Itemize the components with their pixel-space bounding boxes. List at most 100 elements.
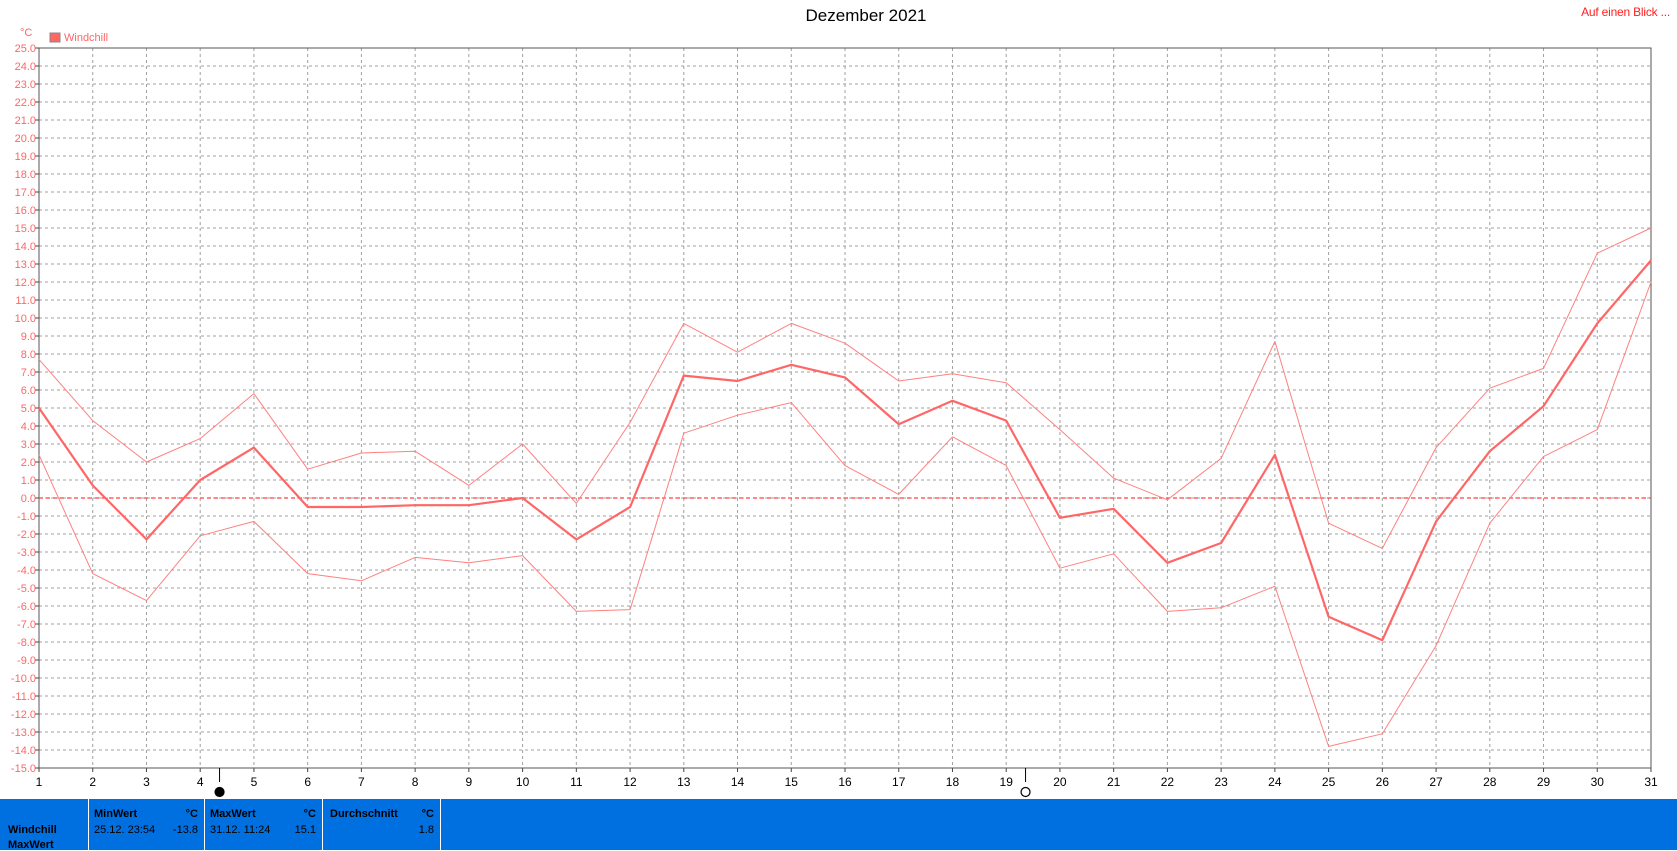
x-tick-label: 15: [785, 775, 799, 789]
max-time: 31.12. 11:24: [210, 824, 271, 836]
x-tick-label: 26: [1376, 775, 1390, 789]
y-tick-label: 14.0: [15, 241, 36, 253]
y-tick-label: -9.0: [17, 655, 36, 667]
min-header: MinWert: [94, 808, 138, 820]
x-axis-ticks: 1 2 3 4 5 6 7 8 9 10 11 12 13 14 15 16 17 18 19 20 21 22 23 24 2…: [36, 775, 1658, 789]
x-tick-label: 13: [677, 775, 691, 789]
overview-link[interactable]: Auf einen Blick ...: [1581, 5, 1670, 19]
x-tick-label: 31: [1644, 775, 1658, 789]
avg-unit: °C: [421, 808, 434, 820]
y-tick-label: 24.0: [15, 61, 36, 73]
x-tick-label: 8: [412, 775, 419, 789]
x-tick-label: 6: [304, 775, 311, 789]
y-tick-label: 21.0: [15, 115, 36, 127]
x-tick-label: 23: [1214, 775, 1228, 789]
x-tick-label: 9: [466, 775, 473, 789]
stats-bar: Windchill MaxWert MinWert °C 25.12. 23:5…: [0, 799, 1677, 851]
x-tick-label: 11: [570, 775, 583, 789]
stats-row-labels: Windchill MaxWert: [0, 799, 88, 851]
y-tick-label: -2.0: [17, 529, 36, 541]
y-tick-label: 0.0: [21, 493, 36, 505]
stats-min-cell: MinWert °C 25.12. 23:54 -13.8: [89, 799, 204, 850]
stats-row-label-maxwert: MaxWert: [8, 839, 54, 851]
y-tick-label: 5.0: [21, 403, 36, 415]
x-tick-label: 1: [36, 775, 43, 789]
y-tick-label: 7.0: [21, 367, 36, 379]
y-tick-label: 18.0: [15, 169, 36, 181]
y-tick-label: -3.0: [17, 547, 36, 559]
x-tick-label: 20: [1053, 775, 1067, 789]
y-tick-label: -5.0: [17, 583, 36, 595]
y-tick-label: 1.0: [21, 475, 36, 487]
y-tick-label: 16.0: [15, 205, 36, 217]
windchill-chart: Dezember 2021 °C Windchill -15.0 -14.0 -13…: [11, 6, 1658, 798]
y-tick-label: -13.0: [11, 727, 36, 739]
y-tick-label: -7.0: [17, 619, 36, 631]
x-tick-label: 12: [623, 775, 637, 789]
y-axis-unit: °C: [20, 27, 32, 39]
y-tick-label: 4.0: [21, 421, 36, 433]
min-unit: °C: [185, 808, 198, 820]
avg-value: 1.8: [418, 824, 434, 836]
x-tick-label: 19: [1000, 775, 1014, 789]
y-tick-label: -6.0: [17, 601, 36, 613]
max-value: 15.1: [294, 824, 316, 836]
y-tick-label: -8.0: [17, 637, 36, 649]
stats-row-label-windchill: Windchill: [8, 824, 57, 836]
y-tick-label: 10.0: [15, 313, 36, 325]
x-tick-label: 7: [358, 775, 365, 789]
y-tick-label: -15.0: [11, 763, 36, 775]
x-tick-label: 16: [838, 775, 852, 789]
x-tick-label: 14: [731, 775, 745, 789]
full-moon-icon: [214, 786, 225, 798]
y-axis-ticks: -15.0 -14.0 -13.0 -12.0 -11.0 -10.0 -9.0 -8.0 -7…: [11, 43, 36, 775]
x-tick-label: 18: [946, 775, 960, 789]
x-tick-label: 4: [197, 775, 204, 789]
y-tick-label: 13.0: [15, 259, 36, 271]
y-tick-label: 3.0: [21, 439, 36, 451]
x-tick-label: 22: [1161, 775, 1175, 789]
x-tick-label: 24: [1268, 775, 1282, 789]
avg-header: Durchschnitt: [330, 808, 398, 820]
new-moon-icon: [1020, 786, 1031, 798]
max-unit: °C: [303, 808, 316, 820]
series-line-min: [38, 281, 1652, 747]
y-tick-label: 15.0: [15, 223, 36, 235]
x-tick-label: 30: [1591, 775, 1605, 789]
y-tick-label: 17.0: [15, 187, 36, 199]
x-tick-label: 29: [1537, 775, 1551, 789]
y-tick-label: 25.0: [15, 43, 36, 55]
x-tick-label: 17: [892, 775, 906, 789]
x-tick-label: 21: [1107, 775, 1121, 789]
min-time: 25.12. 23:54: [94, 824, 156, 836]
max-header: MaxWert: [210, 808, 256, 820]
stats-max-cell: MaxWert °C 31.12. 11:24 15.1: [205, 799, 322, 850]
chart-title: Dezember 2021: [806, 6, 927, 25]
y-tick-label: 20.0: [15, 133, 36, 145]
y-tick-label: -1.0: [17, 511, 36, 523]
y-tick-label: 6.0: [21, 385, 36, 397]
y-tick-label: 8.0: [21, 349, 36, 361]
y-tick-label: 11.0: [15, 295, 36, 307]
chart-grid: [35, 47, 1652, 772]
x-tick-label: 28: [1483, 775, 1497, 789]
min-value: -13.8: [172, 824, 198, 836]
x-tick-label: 10: [516, 775, 530, 789]
y-tick-label: 2.0: [21, 457, 36, 469]
x-tick-label: 3: [143, 775, 150, 789]
x-tick-label: 25: [1322, 775, 1336, 789]
y-tick-label: 12.0: [15, 277, 36, 289]
y-tick-label: 22.0: [15, 97, 36, 109]
stats-avg-cell: Durchschnitt °C 1.8: [323, 799, 440, 850]
x-tick-label: 27: [1429, 775, 1443, 789]
y-tick-label: -12.0: [11, 709, 36, 721]
y-tick-label: -11.0: [12, 691, 36, 703]
legend-label: Windchill: [64, 32, 108, 44]
y-tick-label: -14.0: [11, 745, 36, 757]
y-tick-label: -4.0: [17, 565, 36, 577]
legend-swatch: [49, 32, 61, 43]
x-tick-label: 5: [251, 775, 258, 789]
y-tick-label: 9.0: [21, 331, 36, 343]
x-tick-label: 2: [89, 775, 96, 789]
y-tick-label: -10.0: [11, 673, 36, 685]
